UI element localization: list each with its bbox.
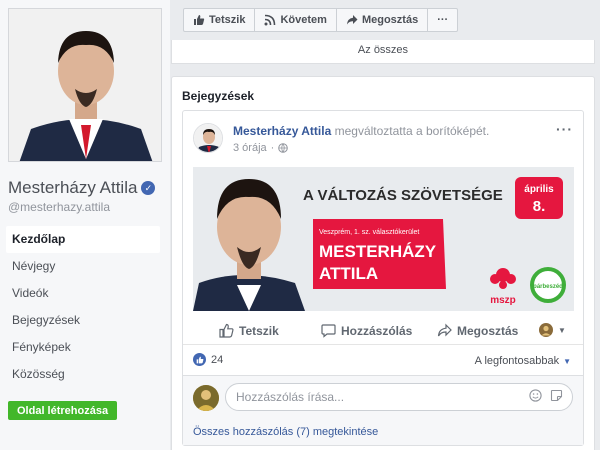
comment-sort-label: A legfontosabbak (474, 355, 560, 367)
post-time-text: 3 órája (233, 142, 267, 154)
create-page-button[interactable]: Oldal létrehozása (8, 401, 118, 420)
page-username[interactable]: @mesterhazy.attila (8, 200, 110, 214)
page-name[interactable]: Mesterházy Attila ✓ (8, 178, 156, 198)
post-comment-label: Hozzászólás (341, 323, 413, 338)
share-arrow-icon (346, 15, 358, 25)
view-all-comments-link[interactable]: Összes hozzászólás (7) megtekintése (193, 426, 378, 438)
more-dots-icon: ··· (437, 14, 449, 26)
comment-input[interactable]: Hozzászólás írása... (225, 383, 573, 411)
page-action-bar: Tetszik Követem Megosztás ··· (183, 8, 459, 32)
page-name-text[interactable]: Mesterházy Attila (8, 178, 137, 198)
like-reaction-icon (193, 353, 206, 366)
banner-name-line2: ATTILA (319, 264, 378, 283)
thumbs-up-icon (194, 15, 205, 25)
globe-icon (278, 143, 289, 153)
like-page-button[interactable]: Tetszik (184, 9, 256, 31)
nav-item-home[interactable]: Kezdőlap (6, 226, 160, 253)
share-page-button[interactable]: Megosztás (337, 9, 429, 31)
sticker-icon[interactable] (550, 389, 563, 402)
profile-photo (9, 9, 161, 161)
page-nav: Kezdőlap Névjegy Videók Bejegyzések Fény… (6, 226, 160, 388)
share-arrow-icon (437, 323, 452, 337)
commenter-photo (193, 385, 219, 411)
post-action-bar: Tetszik Hozzászólás Megosztás ▼ (183, 317, 583, 345)
profile-picture[interactable] (8, 8, 162, 162)
post-share-button[interactable]: Megosztás (437, 323, 518, 338)
commenter-avatar[interactable] (193, 385, 219, 411)
posts-section-title: Bejegyzések (182, 89, 255, 103)
banner-district: Veszprém, 1. sz. választókerület (319, 229, 419, 236)
post-like-button[interactable]: Tetszik (219, 323, 279, 338)
comment-input-tools (529, 389, 563, 402)
reaction-summary[interactable]: 24 (193, 353, 223, 366)
page-avatar-icon (539, 323, 553, 337)
verified-badge-icon: ✓ (141, 181, 156, 195)
nav-item-community[interactable]: Közösség (6, 361, 160, 388)
nav-item-about[interactable]: Névjegy (6, 253, 160, 280)
thumbs-up-icon (219, 323, 234, 338)
share-page-label: Megosztás (361, 14, 419, 26)
comment-section: Hozzászólás írása... Összes hozzászólás … (183, 375, 583, 445)
post-share-label: Megosztás (457, 323, 519, 338)
cover-photo[interactable]: A VÁLTOZÁS SZÖVETSÉGE április 8. Veszpré… (193, 167, 574, 311)
parbeszed-logo: párbeszéd (530, 267, 566, 303)
campaign-banner: A VÁLTOZÁS SZÖVETSÉGE április 8. Veszpré… (193, 167, 574, 311)
post-comment-button[interactable]: Hozzászólás (321, 323, 412, 338)
emoji-icon[interactable] (529, 389, 542, 402)
posts-section: Bejegyzések Mesterházy Attila megváltozt… (171, 76, 595, 450)
caret-down-icon: ▼ (563, 356, 571, 366)
post-options-icon[interactable]: ··· (556, 121, 573, 137)
mszp-logo-text: mszp (490, 295, 516, 306)
post-author-link[interactable]: Mesterházy Attila (233, 124, 331, 138)
banner-date-day: 8. (533, 198, 546, 215)
follow-page-button[interactable]: Követem (255, 9, 337, 31)
reaction-count: 24 (211, 353, 224, 366)
post-like-label: Tetszik (239, 323, 279, 338)
chevron-down-icon: ▼ (558, 325, 566, 335)
banner-headline: A VÁLTOZÁS SZÖVETSÉGE (303, 187, 503, 204)
comment-bubble-icon (321, 324, 336, 338)
post-card: Mesterházy Attila megváltoztatta a borít… (182, 110, 584, 446)
post-timestamp[interactable]: 3 órája · (233, 142, 289, 154)
rss-icon (264, 14, 276, 26)
separator: · (270, 142, 275, 154)
more-options-button[interactable]: ··· (428, 9, 457, 31)
nav-item-videos[interactable]: Videók (6, 280, 160, 307)
page-sidebar: Mesterházy Attila ✓ @mesterhazy.attila K… (0, 0, 170, 450)
post-author-avatar[interactable] (193, 123, 223, 153)
banner-date-month: április (524, 184, 554, 195)
banner-name-line1: MESTERHÁZY (319, 242, 437, 261)
nav-item-posts[interactable]: Bejegyzések (6, 307, 160, 334)
comment-sort-dropdown[interactable]: A legfontosabbak ▼ (475, 355, 571, 367)
see-all-link[interactable]: Az összes (171, 40, 595, 64)
like-page-label: Tetszik (209, 14, 246, 26)
parbeszed-logo-text: párbeszéd (533, 284, 563, 290)
post-header: Mesterházy Attila megváltoztatta a borít… (233, 124, 489, 138)
avatar-photo (194, 124, 222, 152)
follow-page-label: Követem (280, 14, 327, 26)
nav-item-photos[interactable]: Fényképek (6, 334, 160, 361)
post-action-text: megváltoztatta a borítóképét. (334, 124, 490, 138)
post-as-selector[interactable]: ▼ (539, 323, 566, 337)
